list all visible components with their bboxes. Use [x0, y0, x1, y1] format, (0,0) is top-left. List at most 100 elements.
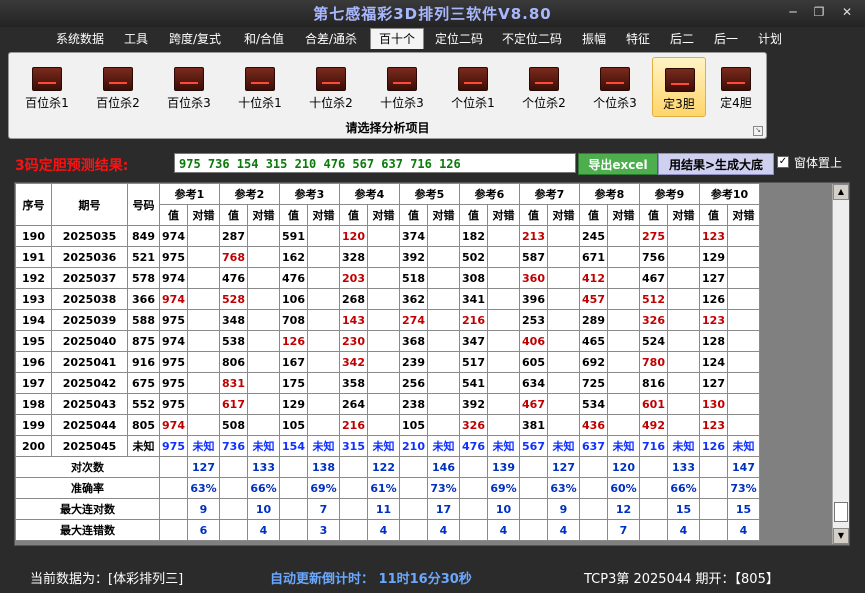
- ref-value: 467: [639, 267, 668, 289]
- ref-value: 708: [279, 309, 308, 331]
- ref-check: [727, 393, 760, 415]
- scroll-down-icon[interactable]: ▼: [833, 528, 849, 544]
- ribbon-button-units-kill-2[interactable]: 个位杀2: [512, 57, 576, 117]
- ref-check: 对1: [487, 330, 520, 352]
- restore-icon[interactable]: ❐: [808, 4, 830, 21]
- prediction-result-field[interactable]: 975 736 154 315 210 476 567 637 716 126: [174, 153, 576, 173]
- ref-check: 对1: [667, 372, 700, 394]
- header-check: 对错: [547, 204, 580, 226]
- ref-value: 127: [699, 372, 728, 394]
- minimize-icon[interactable]: ─: [782, 4, 804, 21]
- stats-label: 最大连对数: [15, 498, 160, 520]
- menu-item[interactable]: 不定位二码: [496, 29, 568, 49]
- ref-check: 对2: [247, 309, 280, 331]
- ribbon-button-fix-4[interactable]: 定4胆: [709, 57, 763, 117]
- menu-item[interactable]: 定位二码: [428, 29, 490, 49]
- ribbon-button-hundreds-kill-3[interactable]: 百位杀3: [157, 57, 221, 117]
- stats-spacer: [579, 477, 608, 499]
- table-row[interactable]: 191 2025036 521 975 对1 768 162 对2 328 对1 392 对1 502 对…: [15, 246, 760, 268]
- menu-item[interactable]: 跨度/复式: [162, 29, 228, 49]
- header-value: 值: [639, 204, 668, 226]
- table-row[interactable]: 193 2025038 366 974 528 106 对2 268 对2 362 对3 341 对1 3…: [15, 288, 760, 310]
- table-row[interactable]: 199 2025044 805 974 508 对3 105 对2 216 105 对2 326 381…: [15, 414, 760, 436]
- ref-value: 406: [519, 330, 548, 352]
- table-row[interactable]: 198 2025043 552 975 对1 617 129 对1 264 对1 238 对1 392 对…: [15, 393, 760, 415]
- menu-bar: 系统数据 工具 跨度/复式 和/合值 合差/通杀 百十个 定位二码 不定位二码 …: [0, 27, 865, 49]
- menu-item-active[interactable]: 百十个: [370, 28, 424, 49]
- ref-check: [727, 309, 760, 331]
- ref-check: [367, 351, 400, 373]
- ref-value: 541: [459, 372, 488, 394]
- ref-check: [607, 267, 640, 289]
- header-check: 对错: [427, 204, 460, 226]
- stats-value: 66%: [667, 477, 700, 499]
- ribbon-button-hundreds-kill-2[interactable]: 百位杀2: [86, 57, 150, 117]
- chart-icon: [387, 67, 417, 91]
- table-row[interactable]: 192 2025037 578 974 对1 476 对1 476 对1 203 518 对2 308 对…: [15, 267, 760, 289]
- row-period: 2025039: [51, 309, 128, 331]
- ref-value: 517: [459, 351, 488, 373]
- ribbon-button-tens-kill-2[interactable]: 十位杀2: [299, 57, 363, 117]
- ribbon-button-fix-3[interactable]: 定3胆: [652, 57, 706, 117]
- menu-item[interactable]: 特征: [618, 29, 658, 49]
- ref-value: 175: [279, 372, 308, 394]
- pending-value: 567: [519, 435, 548, 457]
- menu-item[interactable]: 系统数据: [50, 29, 110, 49]
- menu-item[interactable]: 工具: [118, 29, 154, 49]
- menu-item[interactable]: 计划: [752, 29, 788, 49]
- stats-label: 对次数: [15, 456, 160, 478]
- ref-check: 对1: [187, 309, 220, 331]
- header-check: 对错: [307, 204, 340, 226]
- ref-value: 106: [279, 288, 308, 310]
- ref-value: 605: [519, 351, 548, 373]
- pending-value: 210: [399, 435, 428, 457]
- ref-check: 对1: [247, 225, 280, 247]
- header-ref: 参考5: [399, 183, 460, 205]
- ribbon-button-tens-kill-3[interactable]: 十位杀3: [370, 57, 434, 117]
- ref-check: 对2: [727, 246, 760, 268]
- generate-base-button[interactable]: 用结果>生成大底: [658, 153, 774, 175]
- ref-value: 253: [519, 309, 548, 331]
- dialog-launcher-icon[interactable]: ↘: [753, 126, 763, 136]
- row-code: 849: [127, 225, 160, 247]
- row-code: 588: [127, 309, 160, 331]
- close-icon[interactable]: ✕: [836, 4, 858, 21]
- ref-value: 374: [399, 225, 428, 247]
- scroll-up-icon[interactable]: ▲: [833, 184, 849, 200]
- table-row[interactable]: 197 2025042 675 975 对2 831 175 对2 358 对1 256 对2 541 对…: [15, 372, 760, 394]
- table-row[interactable]: 190 2025035 849 974 对2 287 对1 591 对1 120 374 对1 182 对…: [15, 225, 760, 247]
- table-row[interactable]: 195 2025040 875 974 对1 538 对2 126 230 368 对1 347 对1 4…: [15, 330, 760, 352]
- ref-check: 对1: [607, 246, 640, 268]
- header-check: 对错: [487, 204, 520, 226]
- ref-value: 326: [459, 414, 488, 436]
- header-ref: 参考1: [159, 183, 220, 205]
- menu-item[interactable]: 振幅: [574, 29, 614, 49]
- stats-spacer: [219, 498, 248, 520]
- scroll-thumb[interactable]: [834, 502, 848, 522]
- stats-spacer: [399, 456, 428, 478]
- ribbon-button-tens-kill-1[interactable]: 十位杀1: [228, 57, 292, 117]
- ref-check: 对1: [487, 372, 520, 394]
- prediction-row: 3码定胆预测结果: 975 736 154 315 210 476 567 63…: [8, 150, 861, 178]
- stats-spacer: [699, 498, 728, 520]
- menu-item[interactable]: 和/合值: [236, 29, 292, 49]
- export-excel-button[interactable]: 导出excel: [578, 153, 658, 175]
- ref-value: 508: [219, 414, 248, 436]
- stats-value: 10: [487, 498, 520, 520]
- header-check: 对错: [727, 204, 760, 226]
- stats-spacer: [579, 519, 608, 541]
- ribbon-button-hundreds-kill-1[interactable]: 百位杀1: [15, 57, 79, 117]
- menu-item[interactable]: 后二: [664, 29, 700, 49]
- ref-value: 341: [459, 288, 488, 310]
- ref-value: 120: [339, 225, 368, 247]
- vertical-scrollbar[interactable]: ▲ ▼: [832, 184, 849, 544]
- ref-value: 126: [279, 330, 308, 352]
- pin-window-checkbox[interactable]: ✓: [777, 156, 789, 168]
- table-row[interactable]: 194 2025039 588 975 对1 348 对2 708 对2 143 274 216 253…: [15, 309, 760, 331]
- table-row[interactable]: 196 2025041 916 975 对1 806 对1 167 对2 342 239 对1 517 对…: [15, 351, 760, 373]
- menu-item[interactable]: 合差/通杀: [298, 29, 364, 49]
- menu-item[interactable]: 后一: [706, 29, 746, 49]
- pending-row[interactable]: 200 2025045 未知 975 未知 736 未知 154 未知 315 未知 210 未知 476…: [15, 435, 760, 457]
- ribbon-button-units-kill-3[interactable]: 个位杀3: [583, 57, 647, 117]
- ribbon-button-units-kill-1[interactable]: 个位杀1: [441, 57, 505, 117]
